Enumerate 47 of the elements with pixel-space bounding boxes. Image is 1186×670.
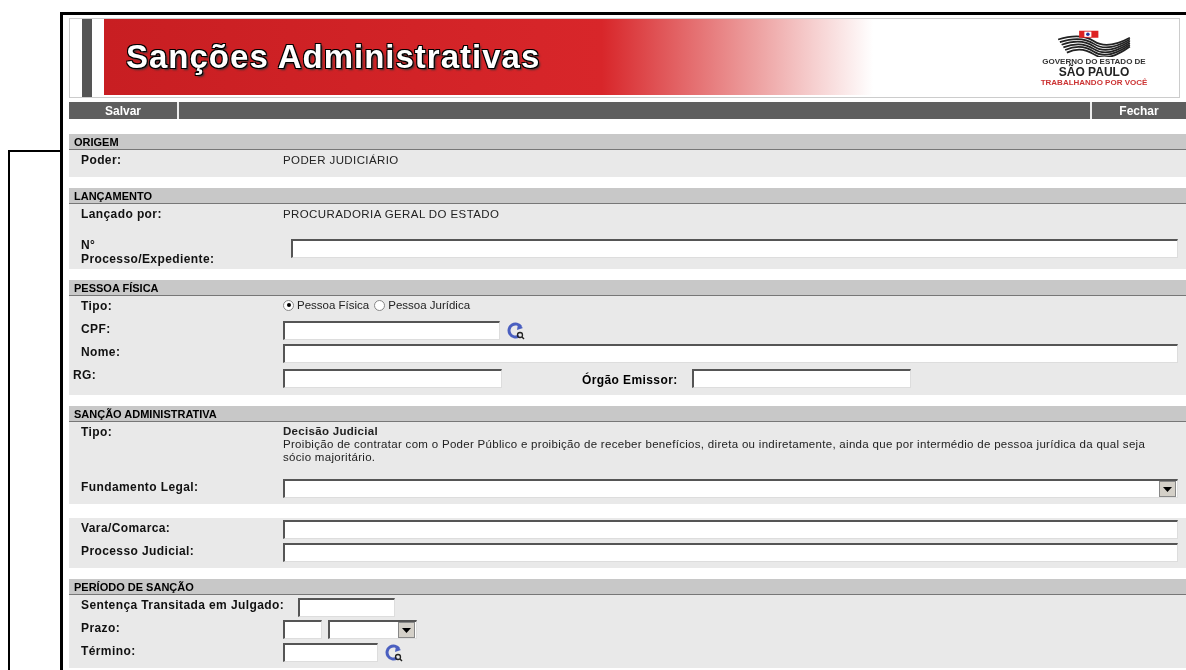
field-label: Prazo:: [80, 620, 122, 635]
field-label: Nome:: [80, 344, 122, 359]
field-label: Poder:: [80, 152, 123, 167]
field-label: Tipo:: [80, 424, 114, 439]
section-header: PERÍODO DE SANÇÃO: [69, 579, 1186, 595]
radio-option[interactable]: Pessoa Jurídica: [374, 299, 471, 311]
field-label: RG:: [72, 367, 98, 382]
logo-slogan: TRABALHANDO POR VOCÊ: [1040, 78, 1148, 87]
field-label: Sentença Transitada em Julgado:: [80, 597, 286, 612]
section-header: ORIGEM: [69, 134, 1186, 150]
text-field[interactable]: [691, 369, 911, 388]
radio-button[interactable]: [283, 299, 294, 311]
text-field[interactable]: [283, 543, 1178, 562]
text-field[interactable]: [283, 344, 1178, 363]
field-label: Processo Judicial:: [80, 543, 196, 558]
text-field[interactable]: [283, 643, 378, 662]
circular-arrow-icon[interactable]: [384, 643, 404, 662]
text-field[interactable]: [283, 321, 500, 340]
field-label: Fundamento Legal:: [80, 479, 200, 494]
text-field[interactable]: [291, 239, 1178, 258]
radio-button[interactable]: [374, 299, 386, 311]
caret-icon[interactable]: [398, 622, 415, 638]
section-header: LANÇAMENTO: [69, 188, 1186, 204]
logo-caption: GOVERNO DO ESTADO DE: [1042, 57, 1146, 66]
dropdown-field[interactable]: [283, 479, 1178, 498]
field-label: Órgão Emissor:: [582, 371, 678, 387]
logo-wordmark: SÃO PAULO: [1058, 66, 1130, 78]
dropdown-field[interactable]: [328, 620, 417, 639]
text-field[interactable]: [283, 520, 1178, 539]
text-field[interactable]: [283, 369, 502, 388]
caret-icon[interactable]: [1159, 481, 1176, 497]
field-label: Vara/Comarca:: [80, 520, 172, 535]
section-header: SANÇÃO ADMINISTRATIVA: [69, 406, 1186, 422]
radio-option[interactable]: Pessoa Física: [283, 299, 370, 311]
circular-arrow-icon[interactable]: [506, 321, 526, 340]
page-title: Sanções Administrativas: [126, 38, 541, 76]
field-label: CPF:: [80, 321, 112, 336]
text-field[interactable]: [298, 598, 396, 617]
field-label: N° Processo/Expediente:: [80, 237, 216, 266]
field-label: Tipo:: [80, 298, 114, 313]
field-label: Lançado por:: [80, 206, 163, 221]
section-header: PESSOA FÍSICA: [69, 280, 1186, 296]
text-field[interactable]: [283, 620, 322, 639]
field-value: PROCURADORIA GERAL DO ESTADO: [283, 207, 500, 220]
field-label: Término:: [80, 643, 137, 658]
field-value: PODER JUDICIÁRIO: [283, 153, 399, 166]
sanction-description: Decisão Judicial Proibição de contratar com o Poder Público e proibição de receber benefícios, direta ou indiretamente, ainda que por intermédio de pessoa jurídica da qual seja sócio majoritário.: [283, 424, 1147, 465]
